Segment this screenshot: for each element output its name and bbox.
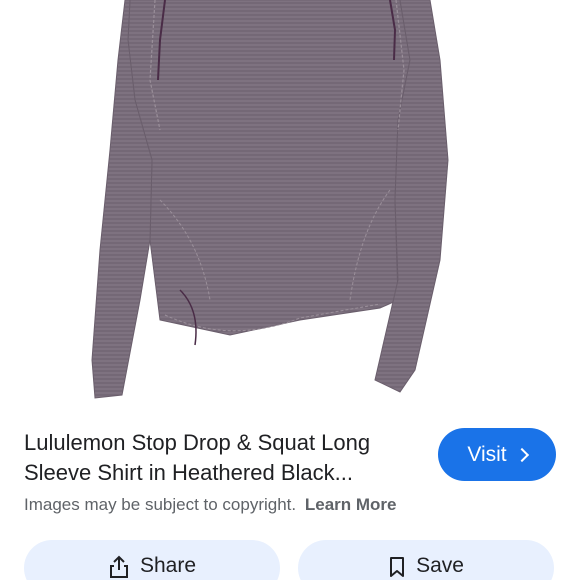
share-button[interactable]: Share: [24, 540, 280, 580]
bookmark-icon: [390, 557, 405, 577]
save-button[interactable]: Save: [298, 540, 554, 580]
learn-more-link[interactable]: Learn More: [305, 495, 397, 514]
share-icon: [109, 555, 128, 578]
shirt-image: [91, 0, 449, 399]
share-label: Share: [139, 554, 197, 577]
copyright-notice: Images may be subject to copyright. Lear…: [24, 495, 397, 515]
visit-button[interactable]: Visit: [438, 428, 556, 481]
product-image[interactable]: [0, 0, 580, 412]
visit-label: Visit: [467, 442, 507, 466]
save-label: Save: [416, 554, 464, 577]
copyright-text: Images may be subject to copyright.: [24, 495, 297, 514]
chevron-right-icon: [514, 447, 529, 462]
image-result-page: Lululemon Stop Drop & Squat Long Sleeve …: [0, 0, 580, 580]
result-title[interactable]: Lululemon Stop Drop & Squat Long Sleeve …: [24, 428, 424, 488]
